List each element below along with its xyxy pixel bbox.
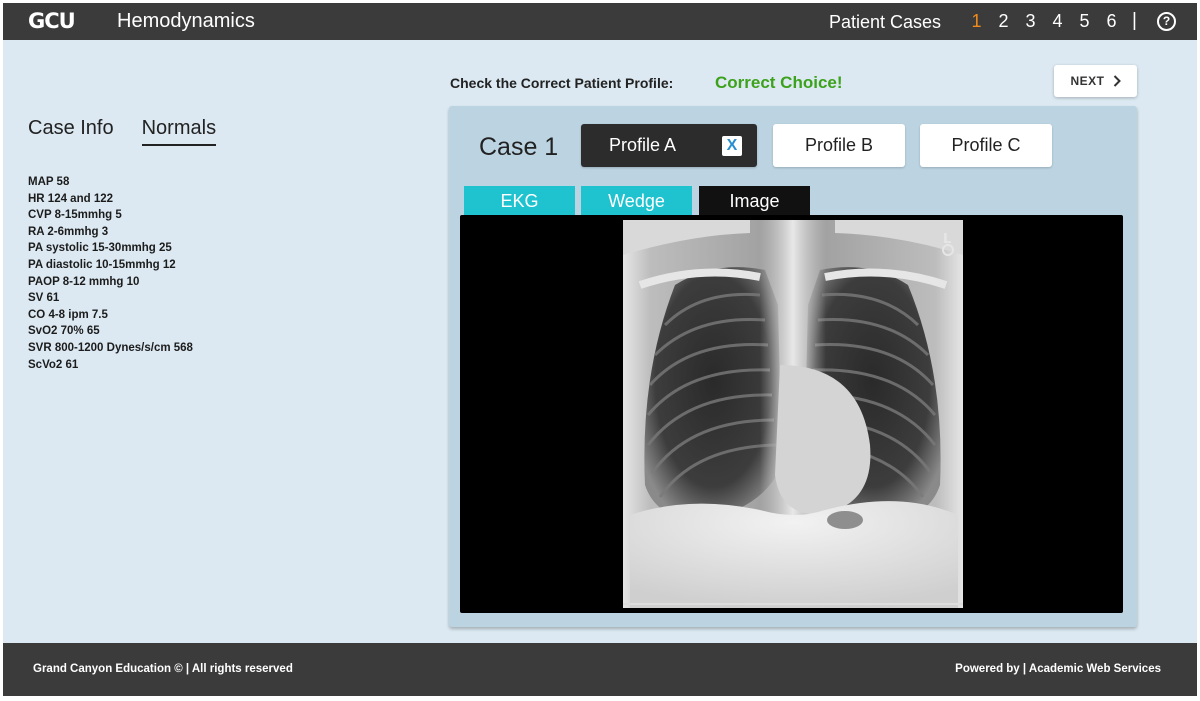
selected-x-icon: X [722,136,742,156]
help-icon[interactable]: ? [1157,12,1176,31]
tab-image[interactable]: Image [699,186,810,217]
normals-item: CVP 8-15mmhg 5 [28,209,122,222]
tab-normals[interactable]: Normals [141,117,217,146]
normals-item: ScVo2 61 [28,358,79,371]
normals-item: RA 2-6mmhg 3 [28,225,109,238]
footer-powered-by: Powered by | Academic Web Services [955,663,1161,675]
normals-item: CO 4-8 ipm 7.5 [28,308,108,321]
case-panel: Case 1 Profile A X Profile B Profile C E… [449,106,1137,627]
case-link-1[interactable]: 1 [963,11,990,32]
normals-item: PAOP 8-12 mmhg 10 [28,275,140,288]
normals-item: MAP 58 [28,176,70,188]
normals-item: SvO2 70% 65 [28,325,100,338]
footer: Grand Canyon Education © | All rights re… [3,643,1197,696]
normals-item: SVR 800-1200 Dynes/s/cm 568 [28,341,193,354]
left-panel-tabs: Case Info Normals [28,117,217,146]
patient-cases-label: Patient Cases [829,12,942,32]
profile-prompt: Check the Correct Patient Profile: [450,75,674,91]
chevron-right-icon [1113,75,1121,87]
chest-xray-image: L [623,220,963,608]
case-link-3[interactable]: 3 [1017,11,1044,32]
profile-a-label: Profile A [609,135,677,155]
image-viewer: L [460,215,1123,613]
profile-a-button[interactable]: Profile A X [581,124,757,167]
app-frame: GCU Hemodynamics Patient Cases 1 2 3 4 5… [3,3,1197,696]
top-navigation-bar: GCU Hemodynamics Patient Cases 1 2 3 4 5… [3,3,1197,40]
case-title: Case 1 [479,133,559,161]
footer-copyright: Grand Canyon Education © | All rights re… [33,663,293,675]
normals-item: PA diastolic 10-15mmhg 12 [28,258,176,271]
normals-item: SV 61 [28,292,60,305]
result-message: Correct Choice! [715,73,843,92]
next-button[interactable]: NEXT [1054,65,1137,97]
gcu-logo[interactable]: GCU [28,9,76,33]
tab-wedge[interactable]: Wedge [581,186,692,217]
case-link-4[interactable]: 4 [1044,11,1071,32]
case-number-nav: 1 2 3 4 5 6 [963,11,1125,32]
case-link-6[interactable]: 6 [1098,11,1125,32]
tab-case-info[interactable]: Case Info [28,117,114,146]
profile-b-button[interactable]: Profile B [773,124,905,167]
normals-item: PA systolic 15-30mmhg 25 [28,242,172,255]
tab-ekg[interactable]: EKG [464,186,575,217]
case-link-5[interactable]: 5 [1071,11,1098,32]
next-button-label: NEXT [1070,74,1105,88]
normals-item: HR 124 and 122 [28,192,114,205]
case-link-2[interactable]: 2 [990,11,1017,32]
app-title: Hemodynamics [117,10,255,32]
nav-separator: | [1132,10,1137,31]
profile-c-button[interactable]: Profile C [920,124,1052,167]
normals-list: MAP 58 HR 124 and 122 CVP 8-15mmhg 5 RA … [28,174,193,373]
